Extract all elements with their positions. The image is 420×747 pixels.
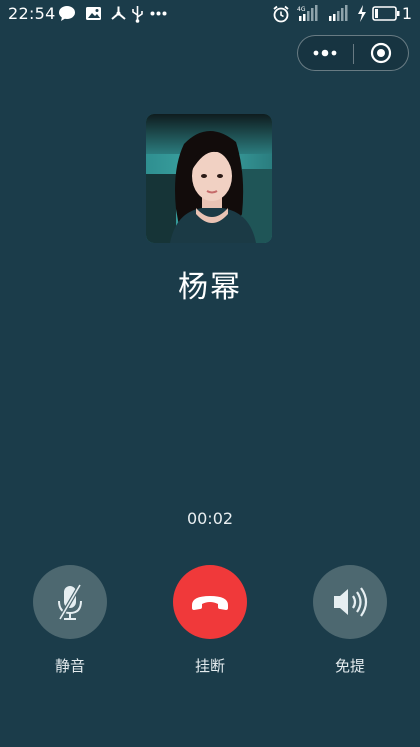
more-icon xyxy=(313,49,337,57)
battery-level-text: 1 xyxy=(401,4,412,23)
speaker-button[interactable] xyxy=(313,565,387,639)
alarm-icon xyxy=(273,5,289,23)
avatar-photo xyxy=(146,114,272,243)
phone-hangup-icon xyxy=(192,596,228,610)
capsule-menu xyxy=(297,35,409,71)
charging-icon xyxy=(358,5,366,22)
network-type-label: 4G xyxy=(297,6,306,13)
contact-avatar xyxy=(146,114,272,243)
close-button[interactable] xyxy=(354,36,408,70)
chat-bubble-icon xyxy=(59,6,75,21)
more-button[interactable] xyxy=(298,36,352,70)
status-time: 22:54 xyxy=(8,4,56,23)
contact-name: 杨幂 xyxy=(178,270,242,305)
hangup-button[interactable] xyxy=(173,565,247,639)
more-dots-icon xyxy=(150,11,167,16)
mute-label: 静音 xyxy=(54,657,85,675)
usb-icon xyxy=(132,6,143,23)
share-icon xyxy=(111,6,126,20)
mute-button[interactable] xyxy=(33,565,107,639)
speaker-label: 免提 xyxy=(334,657,365,675)
speaker-icon xyxy=(334,587,368,617)
call-timer: 00:02 xyxy=(186,509,234,528)
status-bar: 22:54 4G 1 xyxy=(0,0,420,28)
signal-4g-icon: 4G xyxy=(297,5,318,21)
signal-icon xyxy=(329,5,348,21)
image-icon xyxy=(86,7,101,20)
close-target-icon xyxy=(370,42,392,64)
hangup-label: 挂断 xyxy=(194,657,225,675)
voice-call-screen: 22:54 4G 1 杨幂 00:02 静音 挂断 免提 xyxy=(0,0,420,747)
mic-off-icon xyxy=(58,583,82,621)
battery-icon xyxy=(372,6,400,21)
